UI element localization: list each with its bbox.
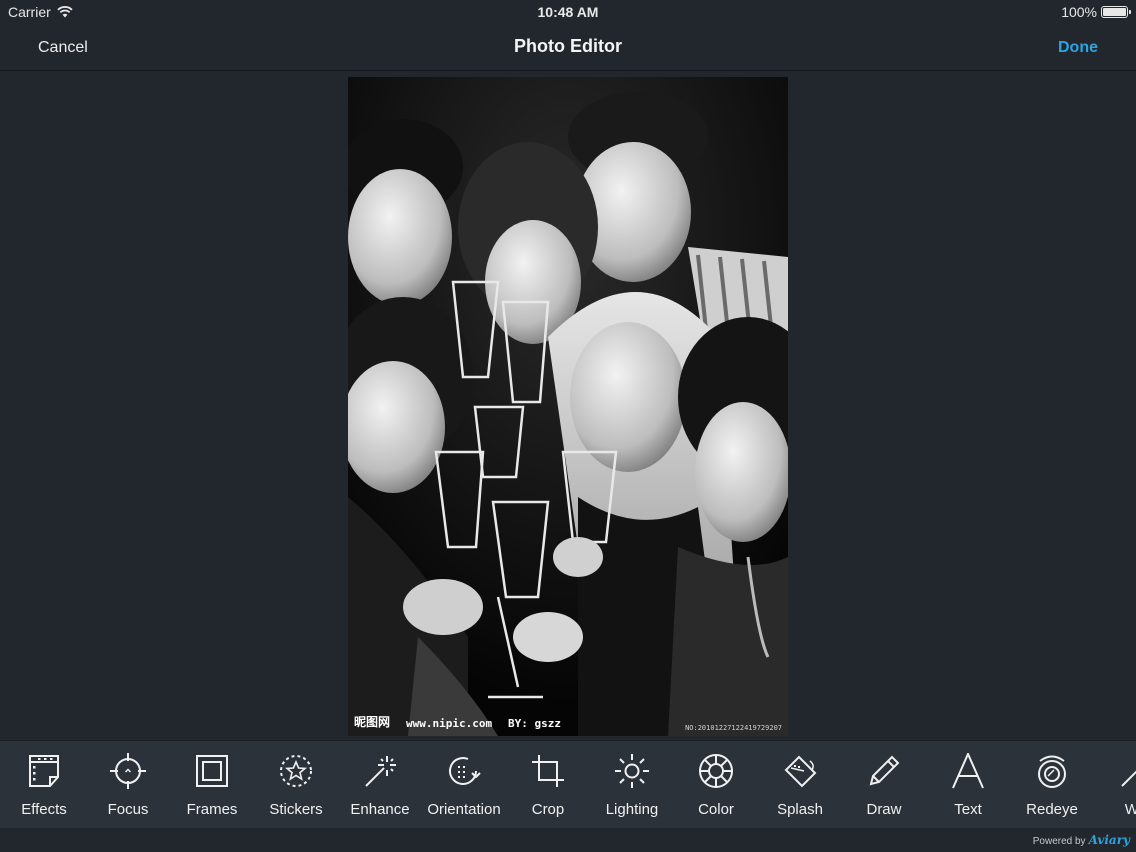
watermark-url: www.nipic.com xyxy=(406,717,493,730)
battery-percent: 100% xyxy=(1061,4,1097,20)
text-a-icon xyxy=(952,753,984,789)
crop-icon xyxy=(532,755,564,787)
tool-lighting[interactable]: Lighting xyxy=(590,741,674,828)
star-sticker-icon xyxy=(280,755,312,787)
tool-splash[interactable]: Splash xyxy=(758,741,842,828)
powered-by-text: Powered by xyxy=(1032,836,1086,847)
tool-effects[interactable]: Effects xyxy=(2,741,86,828)
tool-label: Wh xyxy=(1084,801,1136,818)
tool-orientation[interactable]: Orientation xyxy=(422,741,506,828)
battery-icon xyxy=(1101,6,1131,18)
sun-icon xyxy=(615,754,649,788)
tool-draw[interactable]: Draw xyxy=(842,741,926,828)
status-right: 100% xyxy=(1061,4,1131,20)
whiten-brush-icon xyxy=(1121,770,1136,787)
magic-wand-icon xyxy=(365,756,396,787)
tool-redeye[interactable]: Redeye xyxy=(1010,741,1094,828)
footer: Powered by Aviary xyxy=(0,828,1136,852)
editor-canvas: 昵图网 www.nipic.com BY: gszz NO:2010122712… xyxy=(0,72,1136,740)
tool-strip[interactable]: Effects Focus Frames Stickers Enhance Or… xyxy=(0,740,1136,828)
tool-stickers[interactable]: Stickers xyxy=(254,741,338,828)
page-title: Photo Editor xyxy=(514,36,622,56)
paint-bucket-icon xyxy=(784,755,817,788)
tool-text[interactable]: Text xyxy=(926,741,1010,828)
aviary-logo: Aviary xyxy=(1088,833,1130,847)
tool-frames[interactable]: Frames xyxy=(170,741,254,828)
photo-preview[interactable]: 昵图网 www.nipic.com BY: gszz NO:2010122712… xyxy=(348,77,788,736)
done-button[interactable]: Done xyxy=(1058,39,1098,57)
navigation-bar: Cancel Photo Editor Done xyxy=(0,24,1136,71)
tool-crop[interactable]: Crop xyxy=(506,741,590,828)
watermark-author: BY: gszz xyxy=(508,717,561,730)
color-wheel-icon xyxy=(699,754,733,788)
film-frame-icon xyxy=(29,755,59,787)
tool-enhance[interactable]: Enhance xyxy=(338,741,422,828)
status-time: 10:48 AM xyxy=(537,4,599,20)
powered-by: Powered by Aviary xyxy=(1033,833,1130,847)
status-bar: Carrier 10:48 AM 100% xyxy=(0,0,1136,24)
pencil-icon xyxy=(869,755,900,786)
rotate-icon xyxy=(449,757,481,785)
eye-icon xyxy=(1038,755,1066,788)
watermark-site-name: 昵图网 xyxy=(354,715,391,729)
frame-square-icon xyxy=(196,755,228,787)
tool-whiten[interactable]: Wh xyxy=(1094,741,1136,828)
photo-image xyxy=(348,77,788,736)
watermark-number: NO:20101227122419729207 xyxy=(685,724,782,732)
tool-focus[interactable]: Focus xyxy=(86,741,170,828)
tool-color[interactable]: Color xyxy=(674,741,758,828)
crosshair-icon xyxy=(110,753,146,789)
